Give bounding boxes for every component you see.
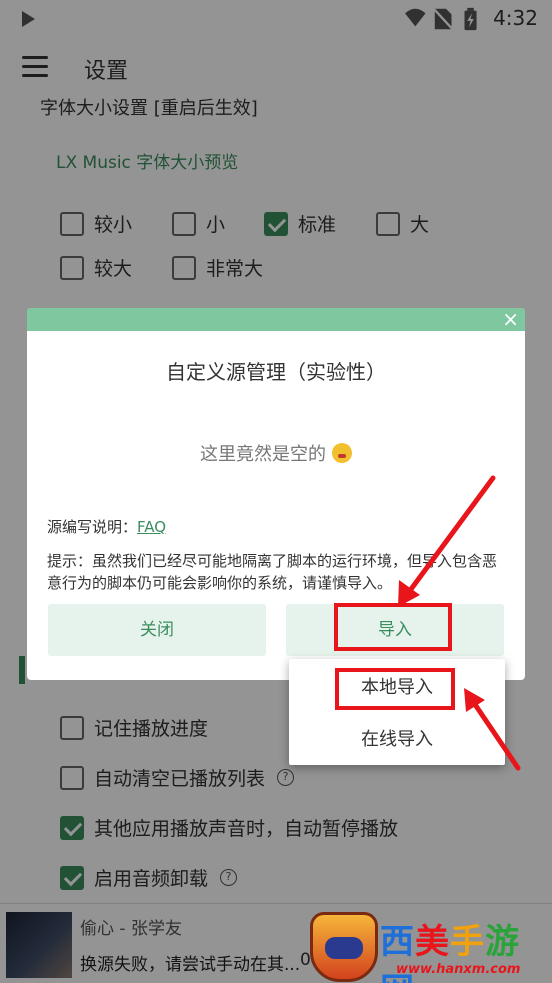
gamepad-shield-icon (310, 912, 378, 982)
watermark-logo: 西美手游网 www.hanxm.com (310, 910, 552, 983)
watermark-url: www.hanxm.com (396, 962, 521, 977)
annotation-arrows (398, 475, 521, 771)
arrow-icon (464, 688, 521, 771)
arrow-icon (398, 475, 496, 607)
